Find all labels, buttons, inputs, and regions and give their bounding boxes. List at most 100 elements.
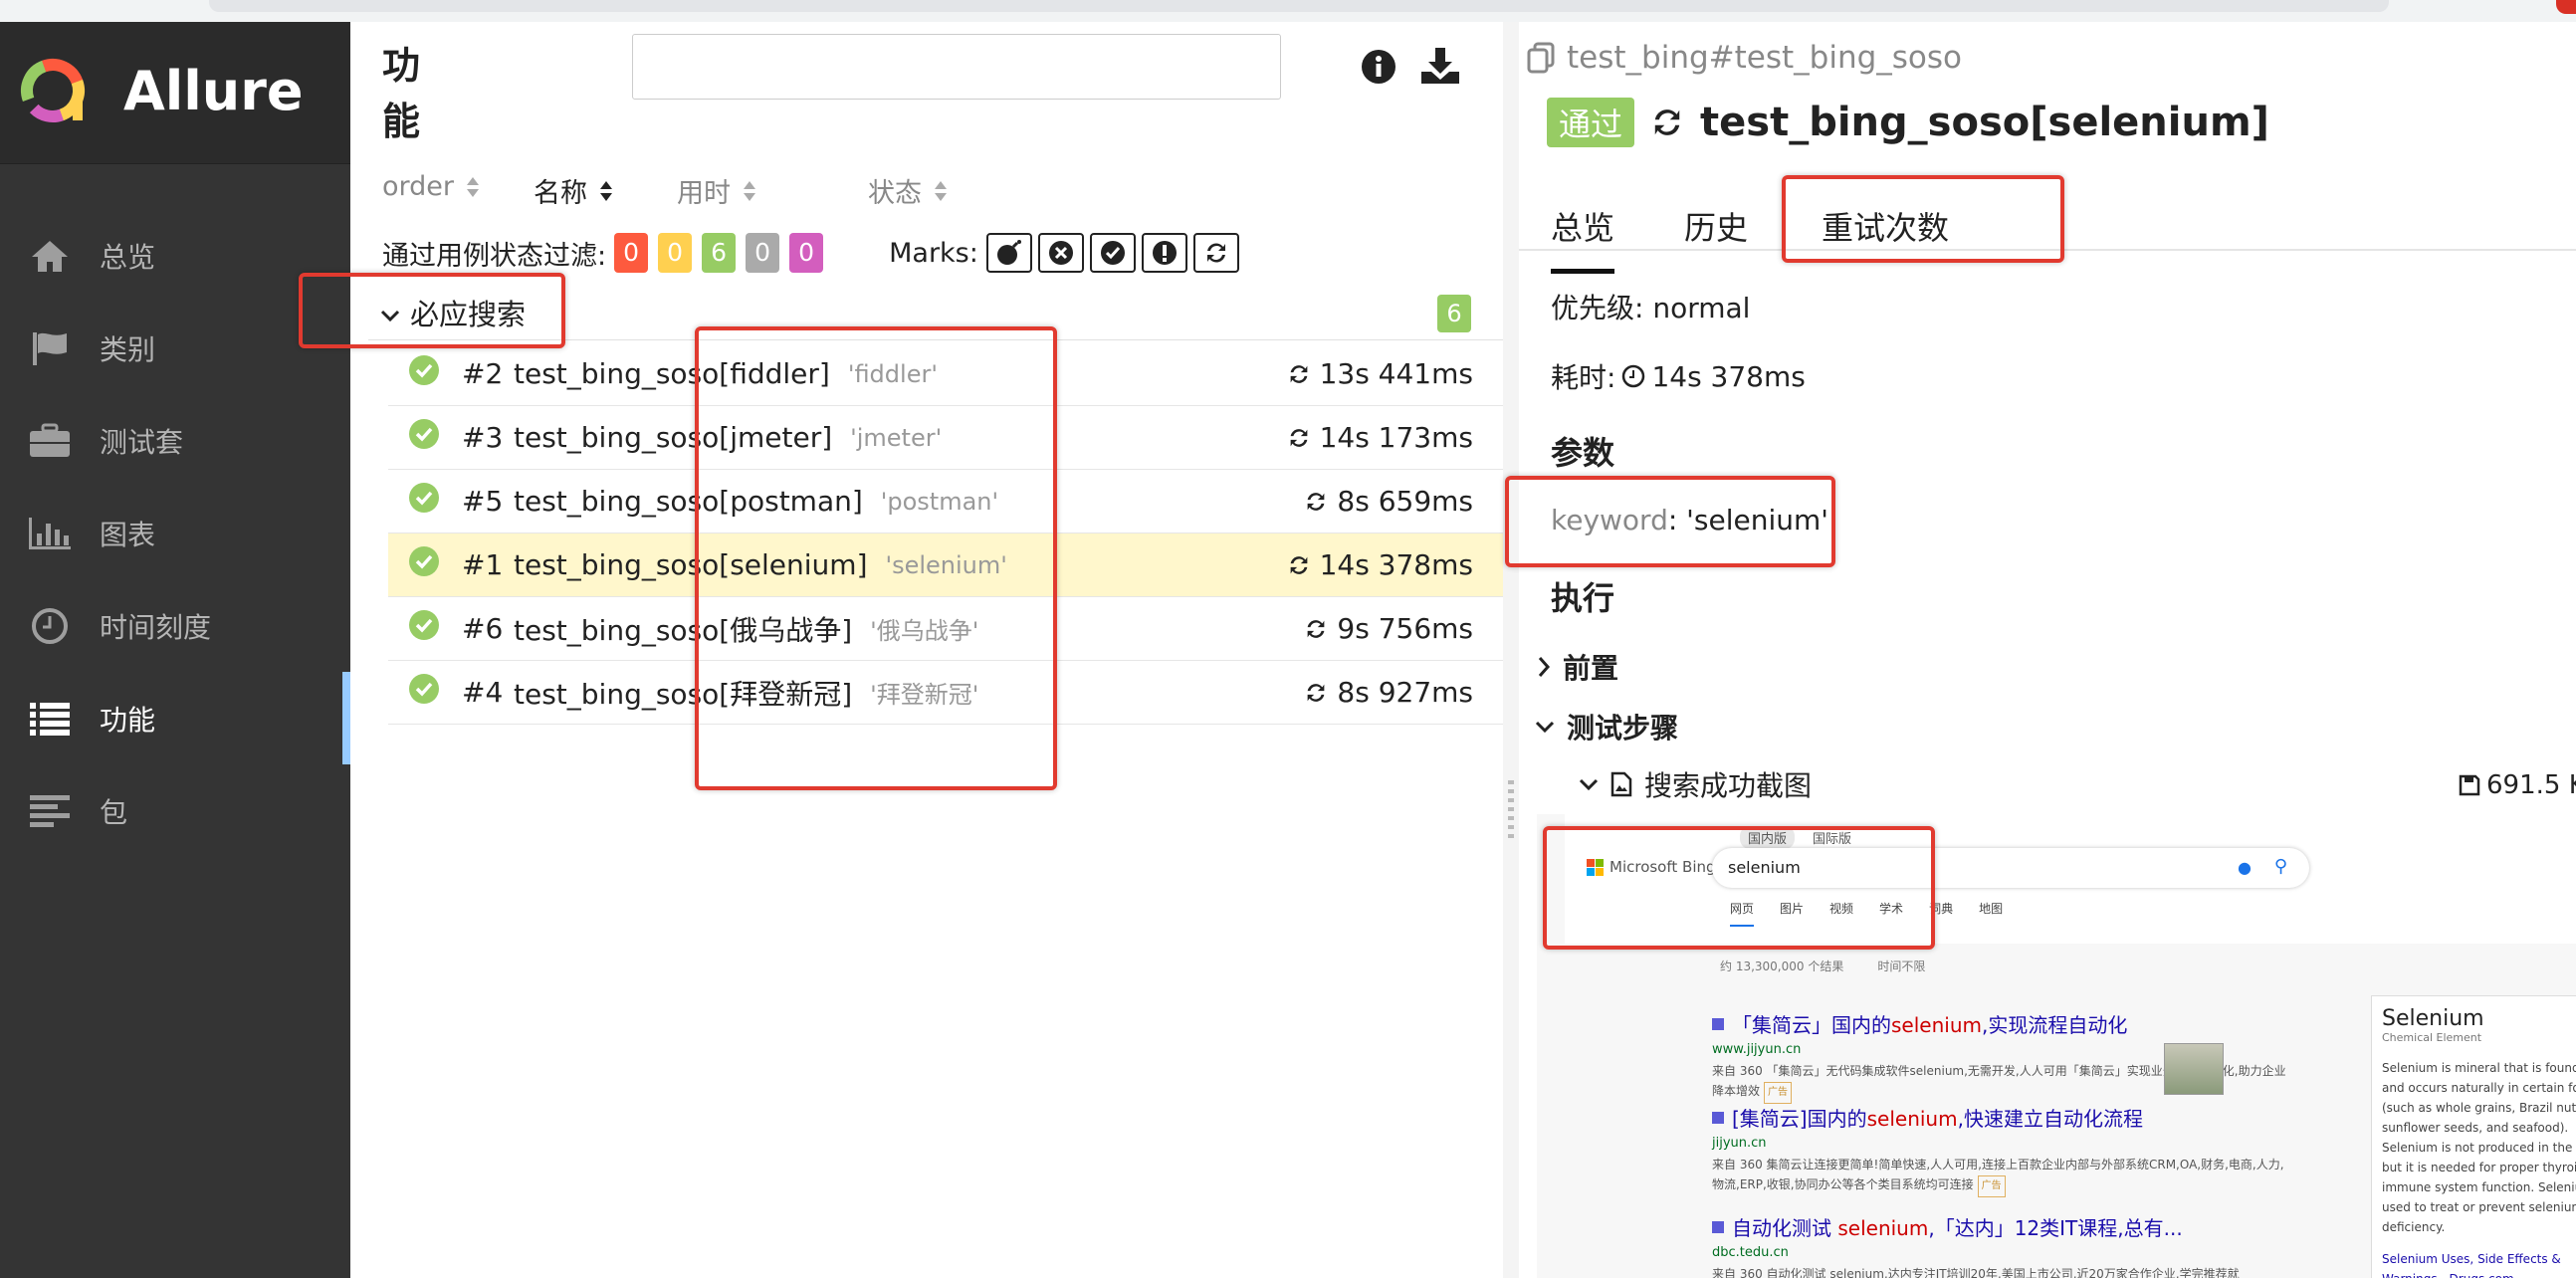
sidebar-item-packages[interactable]: 包 — [0, 764, 350, 857]
setup-node[interactable]: 前置 — [1537, 647, 1618, 687]
row-test-name: test_bing_soso[fiddler] — [514, 357, 830, 390]
table-row[interactable]: #4 test_bing_soso[拜登新冠] '拜登新冠' 8s 927ms — [388, 661, 1503, 725]
sidebar: Allure 总览 类别 测试套 图表 时间刻度 功能 包 — [0, 22, 350, 1278]
save-icon[interactable] — [2459, 774, 2480, 796]
row-order: #2 — [462, 357, 504, 390]
column-status[interactable]: 状态 — [868, 171, 948, 210]
bing-query: selenium — [1728, 858, 1801, 877]
filter-unknown-badge[interactable]: 0 — [789, 233, 824, 273]
ad-badge: 广告 — [1977, 1175, 2006, 1197]
sort-icon — [467, 176, 479, 197]
row-duration-text: 9s 756ms — [1337, 612, 1473, 645]
row-order: #3 — [462, 421, 504, 454]
flaky-icon[interactable] — [985, 233, 1032, 273]
row-param: 'jmeter' — [850, 423, 943, 452]
sidebar-item-suites[interactable]: 测试套 — [0, 394, 350, 487]
test-title: test_bing_soso[selenium] — [1700, 100, 2269, 145]
filter-broken-badge[interactable]: 0 — [658, 233, 693, 273]
sidebar-item-behaviors[interactable]: 功能 — [0, 672, 350, 764]
info-icon[interactable] — [1360, 48, 1397, 90]
steps-node[interactable]: 测试步骤 — [1535, 707, 1678, 746]
image-file-icon — [1610, 771, 1632, 797]
browser-address-bar[interactable] — [209, 0, 2389, 12]
new-broken-icon[interactable] — [1141, 233, 1187, 273]
table-row[interactable]: #6 test_bing_soso[俄乌战争] '俄乌战争' 9s 756ms — [388, 597, 1503, 661]
microsoft-bing-logo: Microsoft Bing — [1587, 858, 1716, 876]
retries-icon — [1290, 555, 1307, 574]
sidebar-item-categories[interactable]: 类别 — [0, 302, 350, 394]
sidebar-item-label: 包 — [100, 795, 128, 829]
download-icon[interactable] — [1419, 46, 1461, 90]
passed-check-icon — [408, 673, 440, 712]
app-name: Allure — [123, 60, 304, 122]
logo-text: Microsoft Bing — [1610, 858, 1716, 876]
briefcase-icon — [0, 423, 100, 459]
knowledge-panel: Selenium Chemical Element Selenium is mi… — [2371, 995, 2576, 1278]
allure-logo-icon — [21, 59, 85, 122]
bing-search-box: selenium ● ⚲ — [1712, 848, 2309, 888]
row-param: 'selenium' — [885, 550, 1007, 579]
new-failed-icon[interactable] — [1037, 233, 1084, 273]
column-order[interactable]: order — [382, 171, 480, 202]
column-name[interactable]: 名称 — [534, 171, 613, 210]
table-row[interactable]: #1 test_bing_soso[selenium] 'selenium' 14s … — [388, 533, 1503, 597]
attachment-node[interactable]: 搜索成功截图 — [1579, 764, 1812, 804]
drag-handle-icon[interactable] — [1508, 780, 1514, 840]
bing-nav-item: 视频 — [1829, 902, 1854, 916]
search-result: 自动化测试 selenium,「达内」12类IT课程,总有... dbc.tedu… — [1712, 1212, 2289, 1278]
bing-nav-item: 地图 — [1979, 902, 2004, 916]
row-duration: 8s 659ms — [1303, 485, 1473, 518]
result-desc: 来自 360 自动化测试 selenium,达内专注IT培训20年,美国上市公司… — [1712, 1267, 2240, 1278]
tab-history[interactable]: 历史 — [1684, 203, 1748, 249]
knowledge-link: Selenium Uses, Side Effects & Warnings -… — [2382, 1252, 2561, 1278]
group-row[interactable]: 必应搜索 6 — [368, 285, 1503, 340]
sidebar-item-overview[interactable]: 总览 — [0, 209, 350, 302]
test-detail-pane: test_bing#test_bing_soso 通过 test_bing_so… — [1519, 22, 2576, 1278]
search-icon: ⚲ — [2273, 856, 2287, 877]
retries-icon — [1308, 492, 1325, 511]
search-input[interactable] — [632, 34, 1281, 100]
row-param: '拜登新冠' — [870, 681, 979, 709]
result-url: jijyun.cn — [1712, 1136, 1767, 1151]
row-test-name: test_bing_soso[jmeter] — [514, 421, 833, 454]
tab-retries[interactable]: 重试次数 — [1822, 203, 1949, 249]
pane-splitter[interactable] — [1503, 22, 1519, 1278]
row-duration: 13s 441ms — [1286, 357, 1473, 390]
sidebar-item-label: 测试套 — [100, 425, 184, 459]
severity-line: 优先级: normal — [1551, 292, 1751, 324]
row-param: 'postman' — [880, 487, 999, 516]
clock-icon — [1622, 364, 1645, 388]
sort-icon — [935, 180, 947, 201]
row-order: #4 — [462, 676, 504, 709]
table-row[interactable]: #5 test_bing_soso[postman] 'postman' 8s 659… — [388, 470, 1503, 533]
passed-check-icon — [408, 609, 440, 648]
brand[interactable]: Allure — [0, 22, 350, 164]
browser-profile-icon[interactable] — [2556, 0, 2576, 14]
filter-passed-badge[interactable]: 6 — [702, 233, 737, 273]
row-test-name: test_bing_soso[selenium] — [514, 548, 868, 581]
result-url: dbc.tedu.cn — [1712, 1245, 1789, 1260]
retries-icon — [1308, 619, 1325, 638]
filter-skipped-badge[interactable]: 0 — [746, 233, 780, 273]
region-tabs: 国内版 国际版 — [1740, 826, 1859, 849]
column-duration[interactable]: 用时 — [677, 171, 756, 210]
result-title: [集简云]国内的selenium,快速建立自动化流程 — [1712, 1103, 2289, 1132]
retries-icon[interactable] — [1192, 233, 1239, 273]
sidebar-item-graphs[interactable]: 图表 — [0, 487, 350, 579]
filter-failed-badge[interactable]: 0 — [614, 233, 649, 273]
region-tab: 国内版 — [1740, 826, 1796, 849]
bing-nav-item: 图片 — [1780, 902, 1805, 916]
passed-check-icon — [408, 354, 440, 393]
row-test-name: test_bing_soso[俄乌战争] — [514, 613, 853, 647]
table-row[interactable]: #2 test_bing_soso[fiddler] 'fiddler' 13s 44… — [388, 342, 1503, 406]
retries-icon — [1290, 364, 1307, 383]
tab-overview[interactable]: 总览 — [1551, 203, 1615, 274]
microsoft-logo-icon — [1587, 858, 1604, 876]
chevron-right-icon — [1538, 657, 1551, 677]
result-thumbnail — [2164, 1043, 2224, 1095]
sidebar-item-timeline[interactable]: 时间刻度 — [0, 579, 350, 672]
table-row[interactable]: #3 test_bing_soso[jmeter] 'jmeter' 14s 173m… — [388, 406, 1503, 470]
copy-icon[interactable] — [1527, 42, 1557, 74]
test-title-line: 通过 test_bing_soso[selenium] — [1547, 98, 2269, 147]
new-passed-icon[interactable] — [1089, 233, 1136, 273]
